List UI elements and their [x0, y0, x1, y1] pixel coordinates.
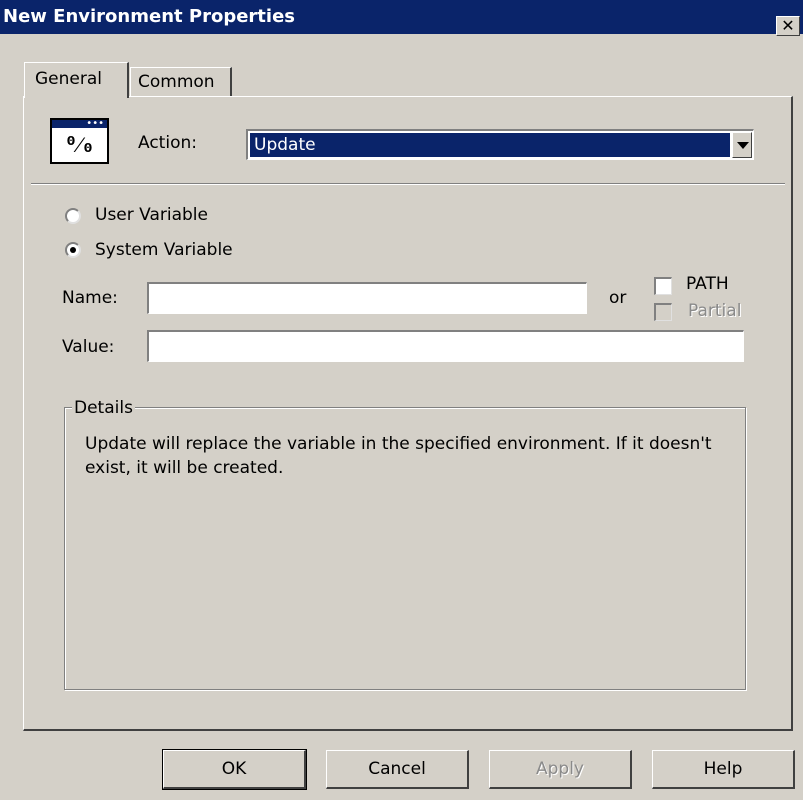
details-title: Details — [72, 398, 135, 418]
partial-checkbox[interactable] — [654, 303, 672, 321]
action-label: Action: — [138, 133, 197, 153]
system-variable-radio[interactable] — [65, 242, 81, 258]
partial-label: Partial — [688, 301, 742, 321]
details-text: Update will replace the variable in the … — [85, 434, 712, 478]
close-icon: ✕ — [781, 16, 795, 35]
or-label: or — [609, 288, 627, 308]
name-label: Name: — [62, 288, 118, 308]
title-bar: New Environment Properties ✕ — [0, 0, 803, 36]
name-input[interactable] — [147, 282, 587, 314]
value-input[interactable] — [147, 330, 744, 362]
user-variable-label[interactable]: User Variable — [95, 205, 208, 225]
tab-common[interactable]: Common — [130, 67, 232, 97]
ok-button[interactable]: OK — [162, 749, 307, 790]
percent-variable-icon: ••• ⁰⁄₀ — [50, 118, 109, 164]
apply-button[interactable]: Apply — [489, 750, 632, 789]
value-label: Value: — [62, 337, 115, 357]
path-label[interactable]: PATH — [686, 274, 729, 294]
help-button[interactable]: Help — [652, 750, 795, 789]
window-title: New Environment Properties — [3, 6, 295, 27]
action-dropdown[interactable]: Update — [246, 129, 754, 160]
user-variable-radio[interactable] — [65, 208, 81, 224]
path-checkbox[interactable] — [654, 277, 672, 295]
system-variable-label[interactable]: System Variable — [95, 240, 233, 260]
cancel-button[interactable]: Cancel — [326, 750, 469, 789]
tab-general[interactable]: General — [24, 62, 129, 98]
action-selected-value: Update — [250, 133, 730, 157]
close-button[interactable]: ✕ — [776, 16, 800, 36]
chevron-down-icon[interactable] — [732, 132, 752, 158]
